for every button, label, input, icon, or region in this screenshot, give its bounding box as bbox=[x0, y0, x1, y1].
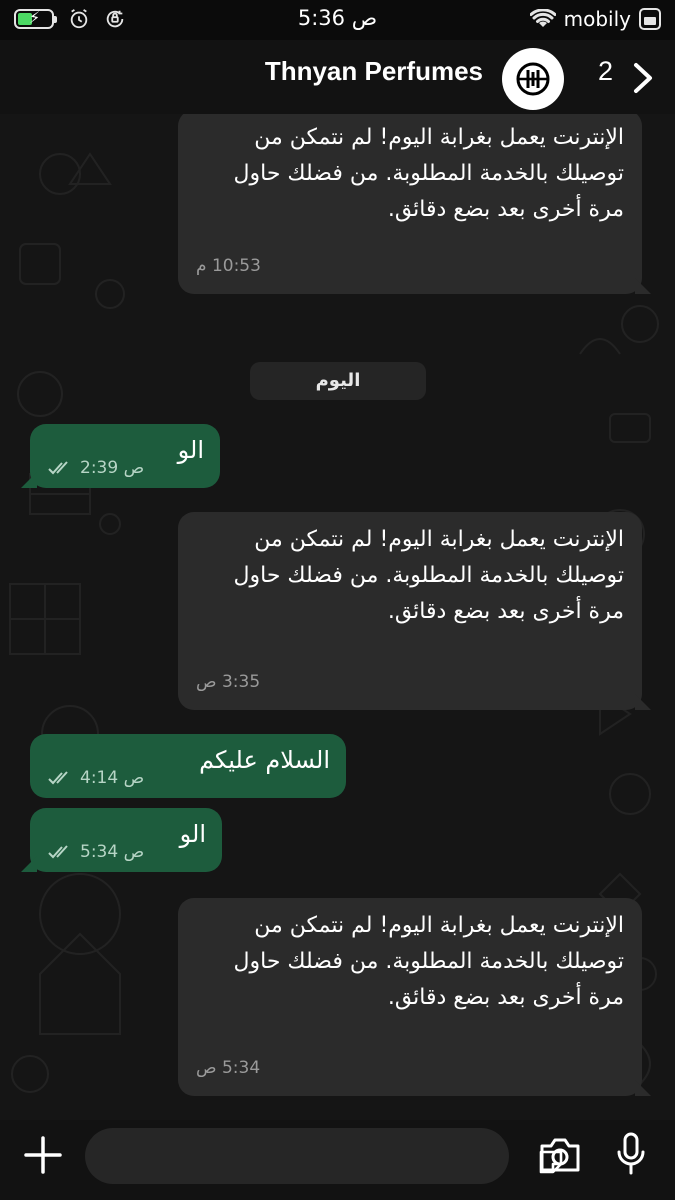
read-receipt-icon bbox=[48, 461, 68, 475]
message-text: الإنترنت يعمل بغرابة اليوم! لم نتمكن من … bbox=[233, 913, 624, 1010]
message-text: الو bbox=[179, 820, 206, 848]
message-time: 3:35 ص bbox=[196, 672, 261, 692]
microphone-icon[interactable] bbox=[614, 1132, 648, 1176]
status-right: mobily bbox=[529, 7, 661, 31]
camera-icon[interactable] bbox=[538, 1136, 582, 1174]
date-divider: اليوم bbox=[250, 362, 426, 400]
message-meta: 5:34 ص bbox=[48, 842, 144, 862]
chat-area[interactable]: الإنترنت يعمل بغرابة اليوم! لم نتمكن من … bbox=[0, 114, 675, 1120]
message-time: 10:53 م bbox=[196, 256, 261, 276]
message-outgoing[interactable]: الو 5:34 ص bbox=[21, 808, 222, 872]
read-receipt-icon bbox=[48, 771, 68, 785]
wifi-icon bbox=[529, 9, 556, 27]
battery-icon bbox=[639, 8, 661, 30]
chat-header: Thnyan Perfumes 2 bbox=[0, 40, 675, 114]
read-receipt-icon bbox=[48, 845, 68, 859]
message-text: السلام عليكم bbox=[199, 746, 330, 774]
message-time: 4:14 ص bbox=[80, 768, 145, 788]
contact-name[interactable]: Thnyan Perfumes bbox=[265, 56, 483, 87]
message-text: الإنترنت يعمل بغرابة اليوم! لم نتمكن من … bbox=[233, 125, 624, 222]
carrier-name: mobily bbox=[563, 7, 631, 31]
message-input[interactable] bbox=[85, 1128, 563, 1184]
unread-count[interactable]: 2 bbox=[598, 56, 613, 87]
message-outgoing[interactable]: السلام عليكم 4:14 ص bbox=[30, 734, 346, 798]
message-incoming[interactable]: الإنترنت يعمل بغرابة اليوم! لم نتمكن من … bbox=[178, 114, 651, 294]
message-text: الو bbox=[177, 436, 204, 464]
message-incoming[interactable]: الإنترنت يعمل بغرابة اليوم! لم نتمكن من … bbox=[178, 898, 651, 1096]
contact-avatar[interactable] bbox=[502, 48, 564, 110]
status-bar: ⚡ 5:36 ص mobily bbox=[0, 0, 675, 40]
message-text: الإنترنت يعمل بغرابة اليوم! لم نتمكن من … bbox=[233, 527, 624, 624]
chevron-right-icon[interactable] bbox=[630, 62, 656, 94]
message-incoming[interactable]: الإنترنت يعمل بغرابة اليوم! لم نتمكن من … bbox=[178, 512, 651, 710]
message-time: 2:39 ص bbox=[80, 458, 145, 478]
message-meta: 4:14 ص bbox=[48, 768, 144, 788]
message-meta: 2:39 ص bbox=[48, 458, 144, 478]
message-time: 5:34 ص bbox=[80, 842, 145, 862]
message-outgoing[interactable]: الو 2:39 ص bbox=[21, 424, 220, 488]
message-time: 5:34 ص bbox=[196, 1058, 261, 1078]
business-logo-icon bbox=[516, 62, 550, 96]
plus-icon[interactable] bbox=[22, 1134, 64, 1176]
composer-bar bbox=[0, 1120, 675, 1200]
